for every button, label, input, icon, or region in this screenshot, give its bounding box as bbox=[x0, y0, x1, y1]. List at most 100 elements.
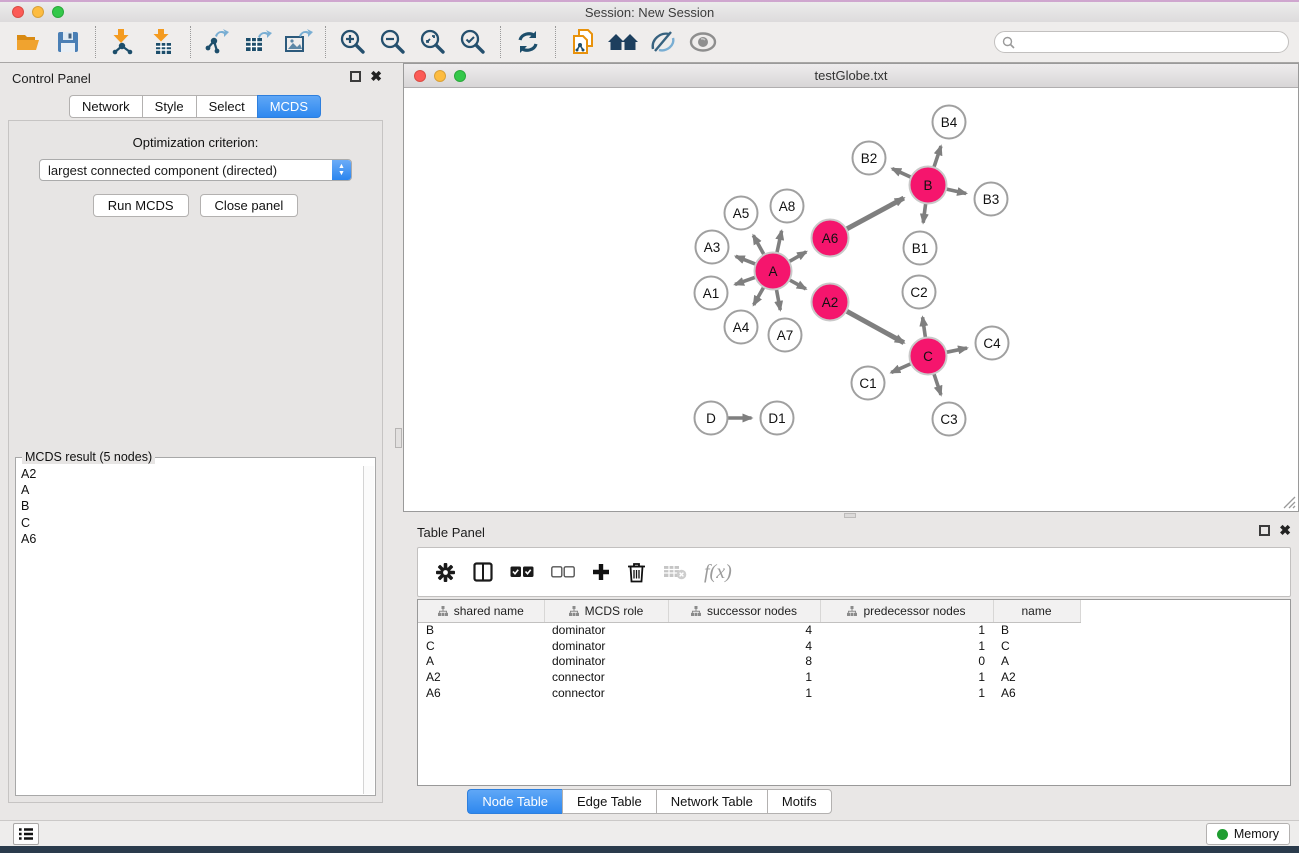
delete-columns-icon[interactable] bbox=[627, 562, 646, 583]
float-panel-icon[interactable] bbox=[350, 71, 361, 82]
table-cell[interactable]: dominator bbox=[544, 638, 668, 654]
show-graphics-details-icon[interactable] bbox=[683, 25, 723, 59]
table-cell[interactable]: A2 bbox=[993, 669, 1080, 685]
float-table-panel-icon[interactable] bbox=[1259, 525, 1270, 536]
graph-node-C4[interactable]: C4 bbox=[976, 327, 1009, 360]
column-header-name[interactable]: name bbox=[993, 600, 1080, 622]
close-panel-button[interactable]: Close panel bbox=[200, 194, 299, 217]
graph-node-A7[interactable]: A7 bbox=[769, 319, 802, 352]
table-settings-icon[interactable] bbox=[435, 562, 456, 583]
tab-network-table[interactable]: Network Table bbox=[656, 789, 767, 814]
result-item[interactable]: B bbox=[17, 498, 362, 514]
table-row[interactable]: Cdominator41C bbox=[418, 638, 1290, 654]
tab-mcds[interactable]: MCDS bbox=[257, 95, 321, 118]
table-cell[interactable]: A6 bbox=[418, 685, 544, 701]
table-cell[interactable]: C bbox=[418, 638, 544, 654]
table-row[interactable]: A6connector11A6 bbox=[418, 685, 1290, 701]
open-session-icon[interactable] bbox=[8, 25, 48, 59]
graph-node-A4[interactable]: A4 bbox=[725, 311, 758, 344]
zoom-in-icon[interactable] bbox=[333, 25, 373, 59]
graph-edge-C-C3[interactable] bbox=[934, 374, 941, 395]
table-cell[interactable]: A bbox=[418, 653, 544, 669]
result-item[interactable]: A bbox=[17, 482, 362, 498]
select-all-columns-icon[interactable] bbox=[510, 566, 534, 578]
table-cell[interactable]: dominator bbox=[544, 622, 668, 638]
graph-node-A5[interactable]: A5 bbox=[725, 197, 758, 230]
result-scrollbar[interactable] bbox=[363, 466, 374, 794]
table-cell[interactable]: 0 bbox=[820, 653, 993, 669]
graph-node-C2[interactable]: C2 bbox=[903, 276, 936, 309]
graph-node-A6[interactable]: A6 bbox=[812, 220, 849, 257]
graph-edge-B-B2[interactable] bbox=[892, 169, 911, 178]
table-row[interactable]: Bdominator41B bbox=[418, 622, 1290, 638]
table-splitter-handle[interactable] bbox=[844, 513, 856, 518]
import-network-from-file-icon[interactable] bbox=[103, 25, 143, 59]
table-cell[interactable]: B bbox=[418, 622, 544, 638]
close-table-panel-icon[interactable]: ✖ bbox=[1279, 525, 1291, 536]
export-network-icon[interactable] bbox=[198, 25, 238, 59]
result-item[interactable]: C bbox=[17, 515, 362, 531]
graph-node-C1[interactable]: C1 bbox=[852, 367, 885, 400]
import-table-from-file-icon[interactable] bbox=[143, 25, 183, 59]
graph-edge-B-B4[interactable] bbox=[934, 146, 941, 167]
criterion-select[interactable]: largest connected component (directed) ▲… bbox=[39, 159, 352, 181]
run-mcds-button[interactable]: Run MCDS bbox=[93, 194, 189, 217]
add-column-icon[interactable] bbox=[592, 563, 610, 581]
table-cell[interactable]: A2 bbox=[418, 669, 544, 685]
zoom-fit-content-icon[interactable] bbox=[413, 25, 453, 59]
tab-edge-table[interactable]: Edge Table bbox=[562, 789, 656, 814]
column-header-MCDS-role[interactable]: MCDS role bbox=[544, 600, 668, 622]
search-field[interactable] bbox=[994, 31, 1289, 53]
table-cell[interactable]: A6 bbox=[993, 685, 1080, 701]
graph-node-B2[interactable]: B2 bbox=[853, 142, 886, 175]
refresh-view-icon[interactable] bbox=[508, 25, 548, 59]
graph-edge-B-B1[interactable] bbox=[923, 203, 925, 222]
graph-node-A3[interactable]: A3 bbox=[696, 231, 729, 264]
table-cell[interactable]: A bbox=[993, 653, 1080, 669]
clone-network-icon[interactable] bbox=[563, 25, 603, 59]
table-cell[interactable]: connector bbox=[544, 669, 668, 685]
unselect-all-columns-icon[interactable] bbox=[551, 566, 575, 578]
graph-edge-A-A7[interactable] bbox=[776, 289, 780, 310]
graph-edge-A-A1[interactable] bbox=[735, 277, 756, 284]
graph-node-A2[interactable]: A2 bbox=[812, 284, 849, 321]
graph-node-A8[interactable]: A8 bbox=[771, 190, 804, 223]
network-canvas[interactable]: B4B2BB3A8A5A6A3B1AA1C2A2A4A7C4CC1C3DD1 bbox=[404, 88, 1298, 511]
hide-graphics-details-icon[interactable] bbox=[643, 25, 683, 59]
column-header-successor-nodes[interactable]: successor nodes bbox=[668, 600, 820, 622]
graph-edge-A-A3[interactable] bbox=[736, 256, 756, 264]
mcds-result-list[interactable]: A2ABCA6 bbox=[17, 466, 362, 794]
table-cell[interactable]: dominator bbox=[544, 653, 668, 669]
table-cell[interactable]: 1 bbox=[820, 638, 993, 654]
table-cell[interactable]: connector bbox=[544, 685, 668, 701]
node-table[interactable]: shared nameMCDS rolesuccessor nodesprede… bbox=[417, 599, 1291, 786]
result-item[interactable]: A2 bbox=[17, 466, 362, 482]
export-image-icon[interactable] bbox=[278, 25, 318, 59]
tab-network[interactable]: Network bbox=[69, 95, 142, 118]
graph-edge-A-A6[interactable] bbox=[789, 252, 806, 262]
graph-node-B4[interactable]: B4 bbox=[933, 106, 966, 139]
table-cell[interactable]: 4 bbox=[668, 638, 820, 654]
tab-motifs[interactable]: Motifs bbox=[767, 789, 832, 814]
memory-button[interactable]: Memory bbox=[1206, 823, 1290, 845]
tab-style[interactable]: Style bbox=[142, 95, 196, 118]
graph-edge-A-A8[interactable] bbox=[777, 231, 782, 253]
panel-splitter-handle[interactable] bbox=[395, 428, 402, 448]
graph-edge-B-B3[interactable] bbox=[946, 189, 966, 193]
graph-node-D[interactable]: D bbox=[695, 402, 728, 435]
table-row[interactable]: Adominator80A bbox=[418, 653, 1290, 669]
graph-node-A[interactable]: A bbox=[755, 253, 792, 290]
table-cell[interactable]: 4 bbox=[668, 622, 820, 638]
zoom-out-icon[interactable] bbox=[373, 25, 413, 59]
table-cell[interactable]: C bbox=[993, 638, 1080, 654]
column-header-predecessor-nodes[interactable]: predecessor nodes bbox=[820, 600, 993, 622]
task-history-button[interactable] bbox=[13, 823, 39, 845]
graph-node-D1[interactable]: D1 bbox=[761, 402, 794, 435]
table-cell[interactable]: 1 bbox=[668, 685, 820, 701]
save-session-icon[interactable] bbox=[48, 25, 88, 59]
graph-edge-A-A4[interactable] bbox=[754, 287, 764, 305]
tab-select[interactable]: Select bbox=[196, 95, 257, 118]
search-input[interactable] bbox=[1019, 35, 1288, 49]
show-column-icon[interactable] bbox=[473, 562, 493, 582]
result-item[interactable]: A6 bbox=[17, 531, 362, 547]
